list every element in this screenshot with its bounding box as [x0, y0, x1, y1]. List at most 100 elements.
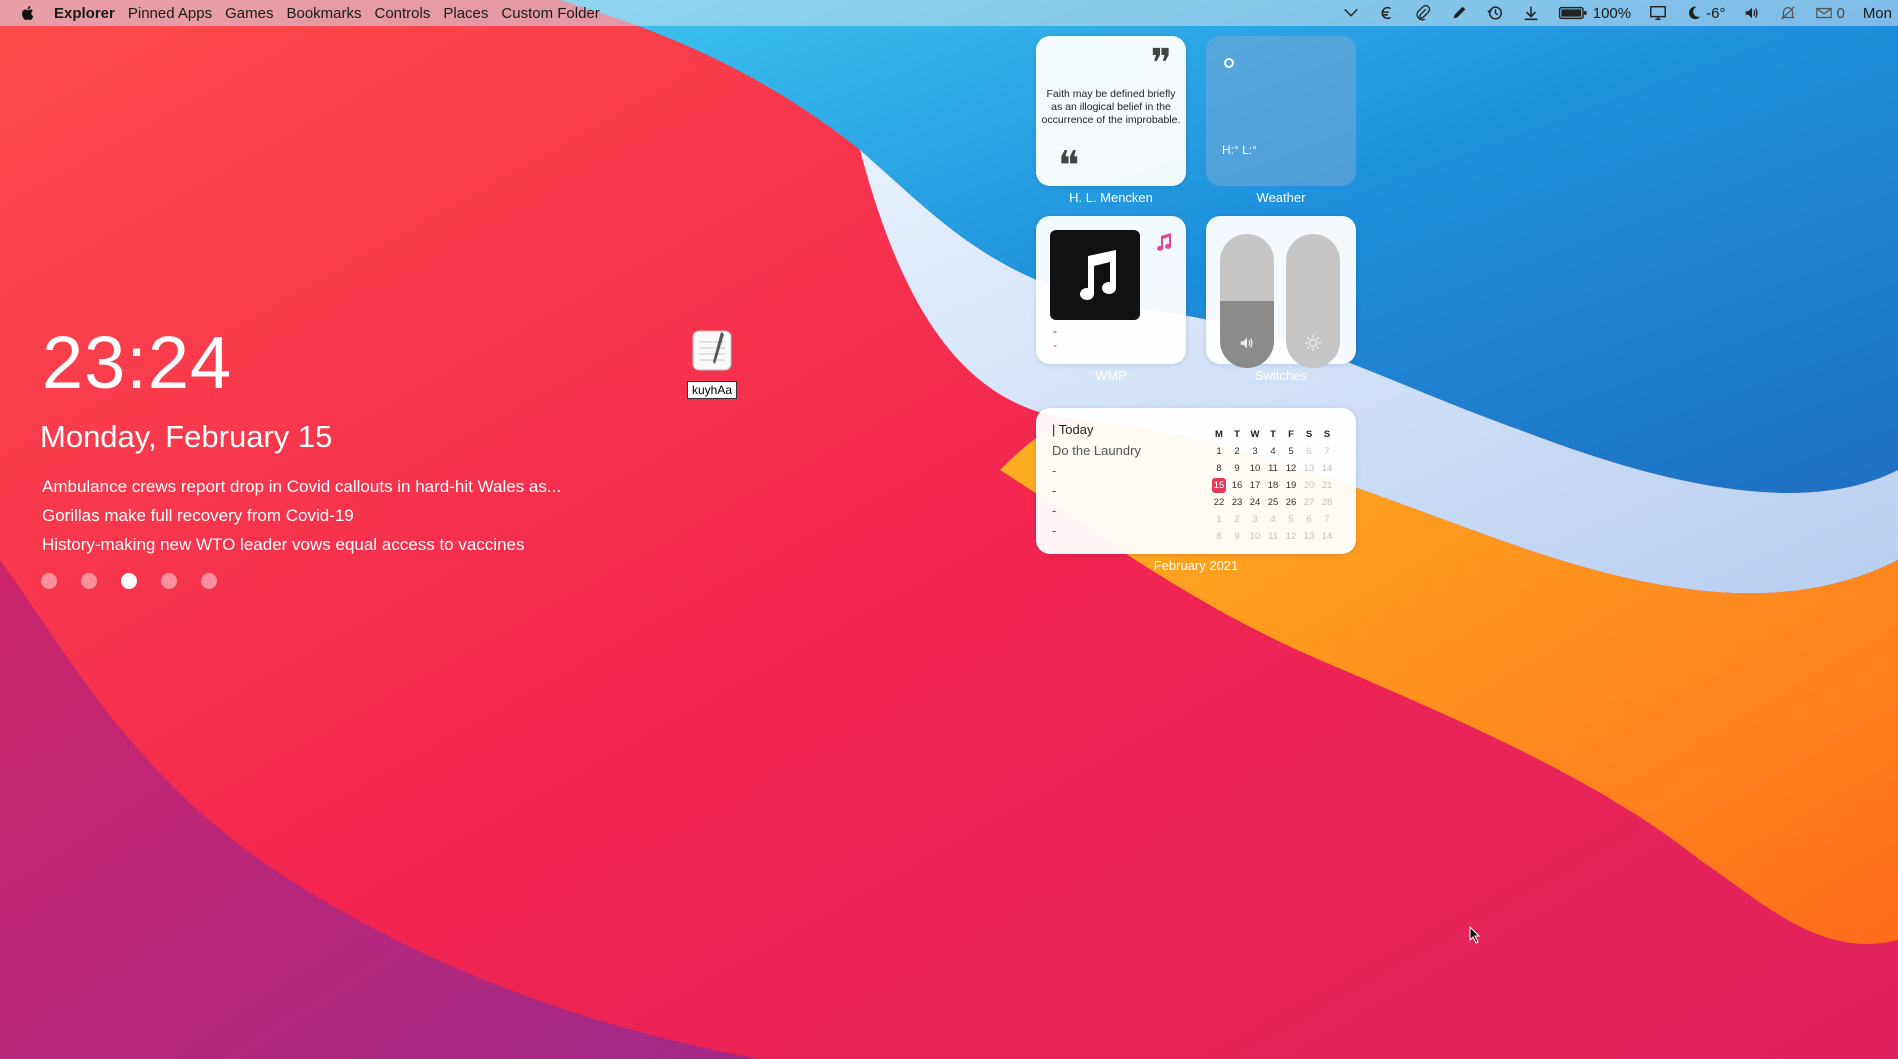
page-dot-2[interactable]	[81, 573, 97, 589]
calendar-day[interactable]: 20	[1300, 477, 1318, 494]
mail-indicator[interactable]: 0	[1815, 4, 1845, 22]
track-artist: -	[1053, 338, 1057, 352]
mail-icon	[1816, 7, 1833, 19]
page-dot-5[interactable]	[201, 573, 217, 589]
calendar-day[interactable]: 16	[1228, 477, 1246, 494]
calendar-day[interactable]: 9	[1228, 460, 1246, 477]
volume-icon	[1240, 337, 1253, 349]
news-item[interactable]: History-making new WTO leader vows equal…	[42, 530, 561, 559]
calendar-day[interactable]: 22	[1210, 494, 1228, 511]
calendar-day[interactable]: 19	[1282, 477, 1300, 494]
quote-widget[interactable]: ❞ Faith may be defined briefly as an ill…	[1036, 36, 1186, 186]
download-icon[interactable]	[1522, 4, 1540, 22]
calendar-day[interactable]: 12	[1282, 528, 1300, 545]
weather-caption: Weather	[1256, 190, 1306, 205]
menu-places[interactable]: Places	[443, 5, 488, 22]
calendar-day[interactable]: 9	[1228, 528, 1246, 545]
page-dot-1[interactable]	[41, 573, 57, 589]
news-item[interactable]: Gorillas make full recovery from Covid-1…	[42, 501, 561, 530]
notifications-muted-icon[interactable]	[1779, 4, 1797, 22]
calendar-day[interactable]: 14	[1318, 460, 1336, 477]
calendar-day[interactable]: 14	[1318, 528, 1336, 545]
menu-controls[interactable]: Controls	[375, 5, 431, 22]
calendar-day[interactable]: 23	[1228, 494, 1246, 511]
calendar-day[interactable]: 4	[1264, 443, 1282, 460]
menu-pinned-apps[interactable]: Pinned Apps	[128, 5, 212, 22]
calendar-day[interactable]: 6	[1300, 443, 1318, 460]
weather-status[interactable]: -6°	[1685, 4, 1725, 22]
calendar-day[interactable]: 12	[1282, 460, 1300, 477]
menu-explorer[interactable]: Explorer	[54, 5, 115, 22]
menu-games[interactable]: Games	[225, 5, 273, 22]
status-tray: 100% -6° 0 Mon	[1324, 0, 1892, 26]
calendar-day[interactable]: 25	[1264, 494, 1282, 511]
brightness-slider[interactable]	[1286, 234, 1340, 368]
news-item[interactable]: Ambulance crews report drop in Covid cal…	[42, 472, 561, 501]
calendar-day-today[interactable]: 15	[1212, 478, 1226, 493]
itunes-icon[interactable]	[1156, 232, 1174, 252]
calendar-day[interactable]: 11	[1264, 528, 1282, 545]
reminder-slot[interactable]: -	[1052, 463, 1141, 478]
calendar-day[interactable]: 24	[1246, 494, 1264, 511]
calendar-day[interactable]: 4	[1264, 511, 1282, 528]
calendar-day[interactable]: 5	[1282, 511, 1300, 528]
calendar-day[interactable]: 3	[1246, 443, 1264, 460]
notepad-icon	[692, 330, 732, 371]
calendar-day[interactable]: 17	[1246, 477, 1264, 494]
chevron-down-icon[interactable]	[1342, 4, 1360, 22]
desktop-file-label[interactable]: kuyhAa	[686, 381, 738, 399]
page-dot-3[interactable]	[121, 573, 137, 589]
calendar-day[interactable]: 27	[1300, 494, 1318, 511]
wmp-caption: WMP	[1095, 368, 1127, 383]
quote-open-icon: ❞	[1150, 41, 1172, 87]
calendar-day[interactable]: 2	[1228, 511, 1246, 528]
menu-custom-folder[interactable]: Custom Folder	[501, 5, 599, 22]
battery-percent: 100%	[1592, 4, 1632, 22]
mail-count: 0	[1836, 4, 1845, 22]
menu-bar: Explorer Pinned Apps Games Bookmarks Con…	[0, 0, 1898, 26]
battery-indicator[interactable]: 100%	[1558, 4, 1631, 22]
calendar-day[interactable]: 26	[1282, 494, 1300, 511]
weather-widget[interactable]: H:° L:°	[1206, 36, 1356, 186]
reminder-slot[interactable]: -	[1052, 523, 1141, 538]
reminder-slot[interactable]: -	[1052, 503, 1141, 518]
calendar-day[interactable]: 10	[1246, 460, 1264, 477]
history-icon[interactable]	[1486, 4, 1504, 22]
calendar-day[interactable]: 13	[1300, 528, 1318, 545]
pencil-icon[interactable]	[1450, 4, 1468, 22]
page-dot-4[interactable]	[161, 573, 177, 589]
calendar-day[interactable]: 11	[1264, 460, 1282, 477]
calendar-day[interactable]: 1	[1210, 443, 1228, 460]
calendar-widget[interactable]: | Today Do the Laundry - - - - MTWTFSS12…	[1036, 408, 1356, 554]
weekday-header: S	[1305, 429, 1313, 440]
euro-icon[interactable]	[1378, 4, 1396, 22]
calendar-day[interactable]: 3	[1246, 511, 1264, 528]
calendar-day[interactable]: 21	[1318, 477, 1336, 494]
calendar-day[interactable]: 7	[1318, 443, 1336, 460]
moon-icon	[1689, 6, 1701, 20]
reminder-item[interactable]: Do the Laundry	[1052, 443, 1141, 458]
calendar-day[interactable]: 8	[1210, 528, 1228, 545]
wmp-widget[interactable]: - -	[1036, 216, 1186, 364]
calendar-day[interactable]: 8	[1210, 460, 1228, 477]
calendar-day[interactable]: 5	[1282, 443, 1300, 460]
calendar-day[interactable]: 7	[1318, 511, 1336, 528]
calendar-day[interactable]: 10	[1246, 528, 1264, 545]
apple-logo-icon[interactable]	[19, 4, 37, 22]
volume-icon[interactable]	[1743, 4, 1761, 22]
day-label[interactable]: Mon	[1863, 5, 1892, 22]
reminder-slot[interactable]: -	[1052, 483, 1141, 498]
volume-slider[interactable]	[1220, 234, 1274, 368]
calendar-day[interactable]: 18	[1264, 477, 1282, 494]
calendar-day[interactable]: 28	[1318, 494, 1336, 511]
display-icon[interactable]	[1649, 4, 1667, 22]
calendar-day[interactable]: 6	[1300, 511, 1318, 528]
desktop-file-icon[interactable]: kuyhAa	[686, 328, 738, 399]
calendar-day[interactable]: 13	[1300, 460, 1318, 477]
day-text: Mon	[1862, 4, 1892, 22]
calendar-day[interactable]: 2	[1228, 443, 1246, 460]
paperclip-icon[interactable]	[1414, 4, 1432, 22]
calendar-day[interactable]: 1	[1210, 511, 1228, 528]
quote-text: Faith may be defined briefly as an illog…	[1041, 88, 1181, 126]
menu-bookmarks[interactable]: Bookmarks	[286, 5, 361, 22]
